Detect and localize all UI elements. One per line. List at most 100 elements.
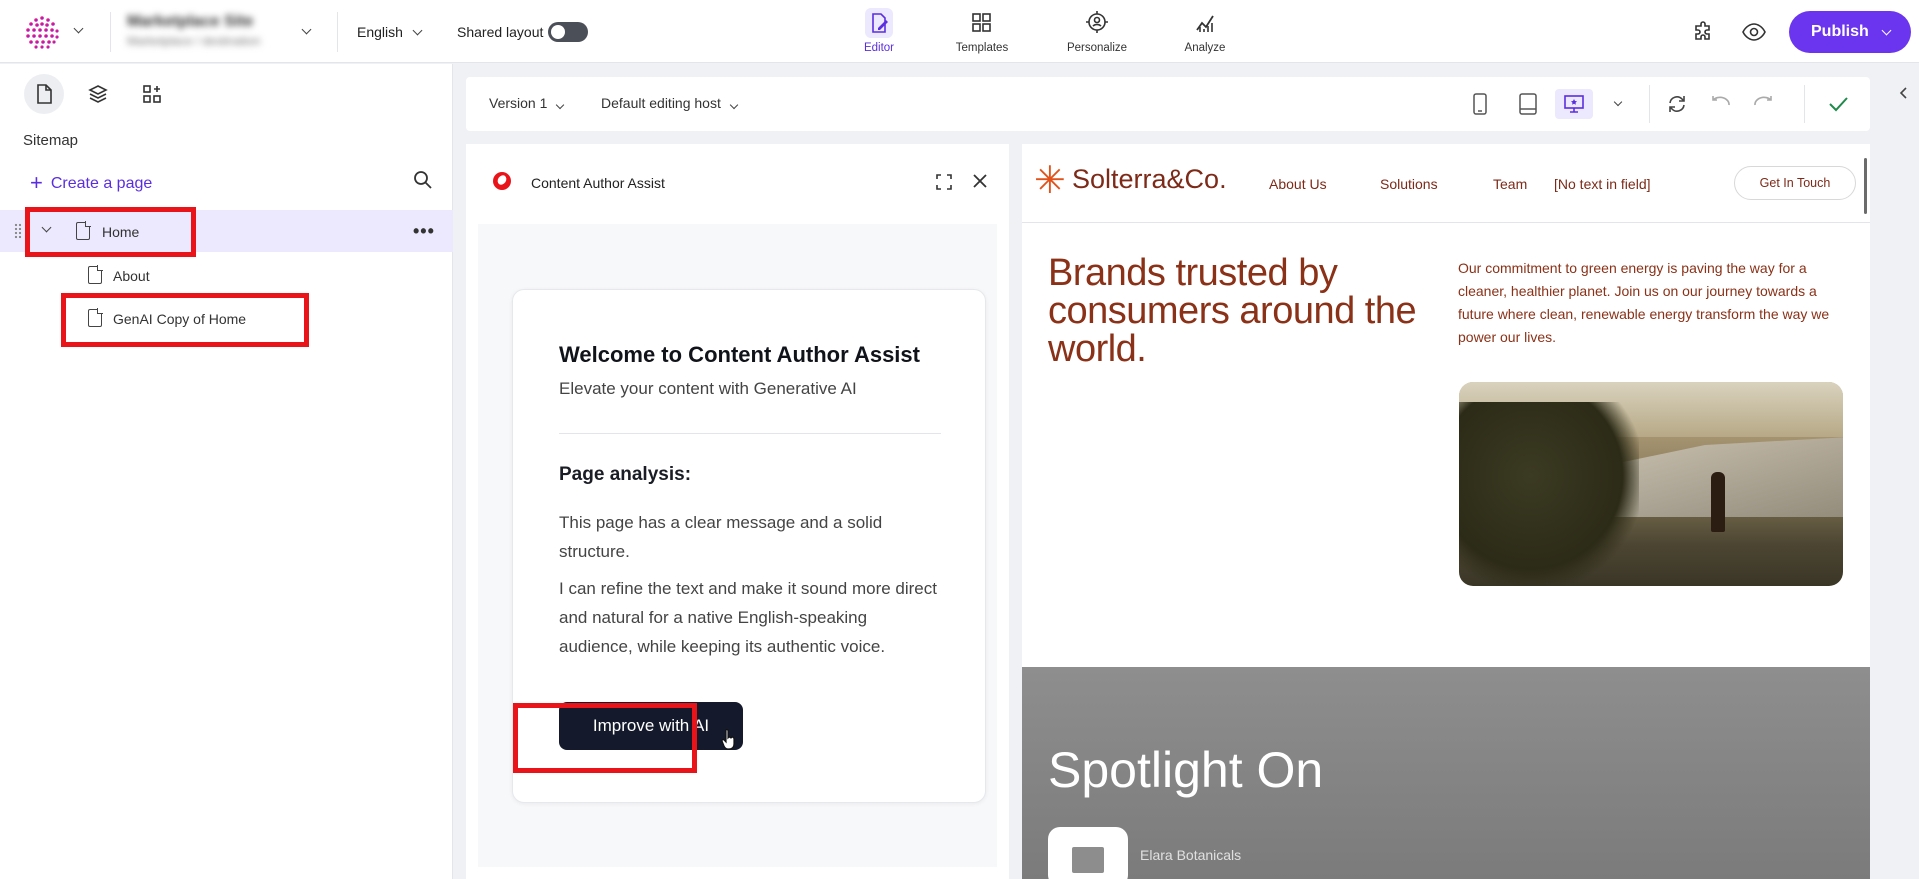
personalize-icon <box>1083 8 1111 38</box>
site-selector-chevron-icon[interactable] <box>301 24 312 35</box>
nav-editor[interactable]: Editor <box>839 8 919 54</box>
hero-image[interactable] <box>1459 382 1843 586</box>
assist-header: Content Author Assist <box>466 144 1009 224</box>
preview-nav-empty-field[interactable]: [No text in field] <box>1554 176 1651 192</box>
divider <box>1649 85 1650 123</box>
create-page-link[interactable]: + Create a page <box>30 170 152 196</box>
brand-sun-icon: ✳ <box>1034 160 1066 202</box>
tree-item-label: About <box>113 268 150 284</box>
hand-cursor-icon <box>721 728 735 750</box>
plus-icon: + <box>30 170 43 195</box>
annotation-highlight-genai-copy <box>61 293 309 347</box>
sidebar: Sitemap + Create a page Home ••• About Ge… <box>0 64 453 879</box>
sitemap-title: Sitemap <box>23 132 79 149</box>
analyze-icon <box>1191 8 1219 38</box>
publish-button[interactable]: Publish <box>1789 11 1911 53</box>
preview-nav-about[interactable]: About Us <box>1269 176 1327 192</box>
nav-templates[interactable]: Templates <box>942 8 1022 54</box>
divider <box>110 12 111 52</box>
sidebar-tab-components[interactable] <box>132 74 172 114</box>
divider <box>1804 85 1805 123</box>
spotlight-title[interactable]: Spotlight On <box>1048 741 1323 799</box>
preview-nav-team[interactable]: Team <box>1493 176 1527 192</box>
content-author-assist-panel: Content Author Assist Welcome to Content… <box>466 144 1009 879</box>
mobile-view-icon[interactable] <box>1465 89 1495 119</box>
nav-templates-label: Templates <box>955 42 1009 54</box>
site-preview-canvas: ✳ Solterra&Co. About Us Solutions Team [… <box>1022 144 1870 879</box>
version-label: Version 1 <box>489 95 548 111</box>
spotlight-section: Spotlight On Elara Botanicals <box>1022 667 1870 879</box>
page-icon <box>37 84 52 104</box>
sidebar-tab-pages[interactable] <box>24 74 64 114</box>
analysis-heading: Page analysis: <box>559 464 692 485</box>
nav-personalize[interactable]: Personalize <box>1057 8 1137 54</box>
redo-icon[interactable] <box>1748 89 1778 119</box>
image-placeholder-icon[interactable] <box>1048 827 1128 879</box>
page-icon <box>88 265 103 284</box>
preview-eye-icon[interactable] <box>1741 20 1767 47</box>
language-chevron-icon[interactable] <box>412 25 423 36</box>
card-title: Welcome to Content Author Assist <box>559 342 920 367</box>
assist-logo-icon <box>493 172 511 190</box>
publish-chevron-icon <box>1881 25 1892 35</box>
nav-analyze[interactable]: Analyze <box>1165 8 1245 54</box>
editor-icon <box>865 8 893 38</box>
get-in-touch-button[interactable]: Get In Touch <box>1734 166 1856 200</box>
shared-layout-label: Shared layout <box>457 24 544 40</box>
annotation-highlight-improve-button <box>513 703 697 773</box>
divider <box>559 433 941 434</box>
card-subtitle: Elevate your content with Generative AI <box>559 379 857 398</box>
editing-host-label: Default editing host <box>601 95 721 111</box>
nav-personalize-label: Personalize <box>1066 42 1128 54</box>
editor-toolbar: Version 1 Default editing host <box>466 77 1870 131</box>
language-selector[interactable]: English <box>357 24 403 40</box>
analysis-paragraph: I can refine the text and make it sound … <box>559 579 937 656</box>
spotlight-item-label[interactable]: Elara Botanicals <box>1140 847 1241 863</box>
site-name: Marketplace Site <box>127 13 254 30</box>
nav-analyze-label: Analyze <box>1184 42 1226 54</box>
chevron-down-icon <box>556 100 565 110</box>
preview-nav-solutions[interactable]: Solutions <box>1380 176 1438 192</box>
chevron-down-icon <box>729 100 739 110</box>
divider <box>337 12 338 52</box>
create-page-label: Create a page <box>50 175 153 192</box>
check-icon[interactable] <box>1823 89 1853 119</box>
nav-editor-label: Editor <box>863 42 895 54</box>
site-path: Marketplace / destination <box>127 34 261 48</box>
analysis-paragraph: This page has a clear message and a soli… <box>559 513 883 561</box>
desktop-view-icon[interactable] <box>1555 89 1593 119</box>
brand-name[interactable]: Solterra&Co. <box>1072 164 1227 195</box>
preview-scrollbar[interactable] <box>1864 158 1867 214</box>
device-chevron-icon[interactable] <box>1613 97 1623 107</box>
close-icon[interactable] <box>971 172 989 196</box>
tablet-view-icon[interactable] <box>1513 89 1543 119</box>
more-options-icon[interactable]: ••• <box>413 221 435 242</box>
preview-header: ✳ Solterra&Co. About Us Solutions Team [… <box>1022 144 1870 223</box>
templates-icon <box>968 8 996 38</box>
version-dropdown[interactable]: Version 1 <box>489 95 565 111</box>
hero-text[interactable]: Our commitment to green energy is paving… <box>1458 257 1854 349</box>
publish-label: Publish <box>1811 23 1869 40</box>
collapse-panel-chevron-icon[interactable] <box>1898 86 1910 103</box>
assist-body: Welcome to Content Author Assist Elevate… <box>478 224 997 867</box>
app-switcher-chevron-icon[interactable] <box>73 23 84 34</box>
tree-item-about[interactable]: About <box>0 254 453 296</box>
shared-layout-toggle[interactable] <box>548 22 588 42</box>
undo-icon[interactable] <box>1706 89 1736 119</box>
top-bar: Marketplace Site Marketplace / destinati… <box>0 0 1919 63</box>
app-logo[interactable] <box>24 14 60 50</box>
editing-host-dropdown[interactable]: Default editing host <box>601 95 739 111</box>
expand-icon[interactable] <box>935 173 953 194</box>
site-selector[interactable]: Marketplace Site Marketplace / destinati… <box>127 13 297 51</box>
extensions-puzzle-icon[interactable] <box>1692 20 1716 47</box>
refresh-icon[interactable] <box>1662 89 1692 119</box>
logo-dots-icon <box>26 16 59 49</box>
components-icon <box>143 85 161 103</box>
layers-icon <box>88 85 108 103</box>
drag-handle-icon[interactable] <box>14 223 22 239</box>
sidebar-tab-layers[interactable] <box>78 74 118 114</box>
assist-title: Content Author Assist <box>531 175 665 191</box>
annotation-highlight-home <box>25 207 196 257</box>
search-icon[interactable] <box>413 170 433 193</box>
hero-title[interactable]: Brands trusted by consumers around the w… <box>1048 254 1428 368</box>
